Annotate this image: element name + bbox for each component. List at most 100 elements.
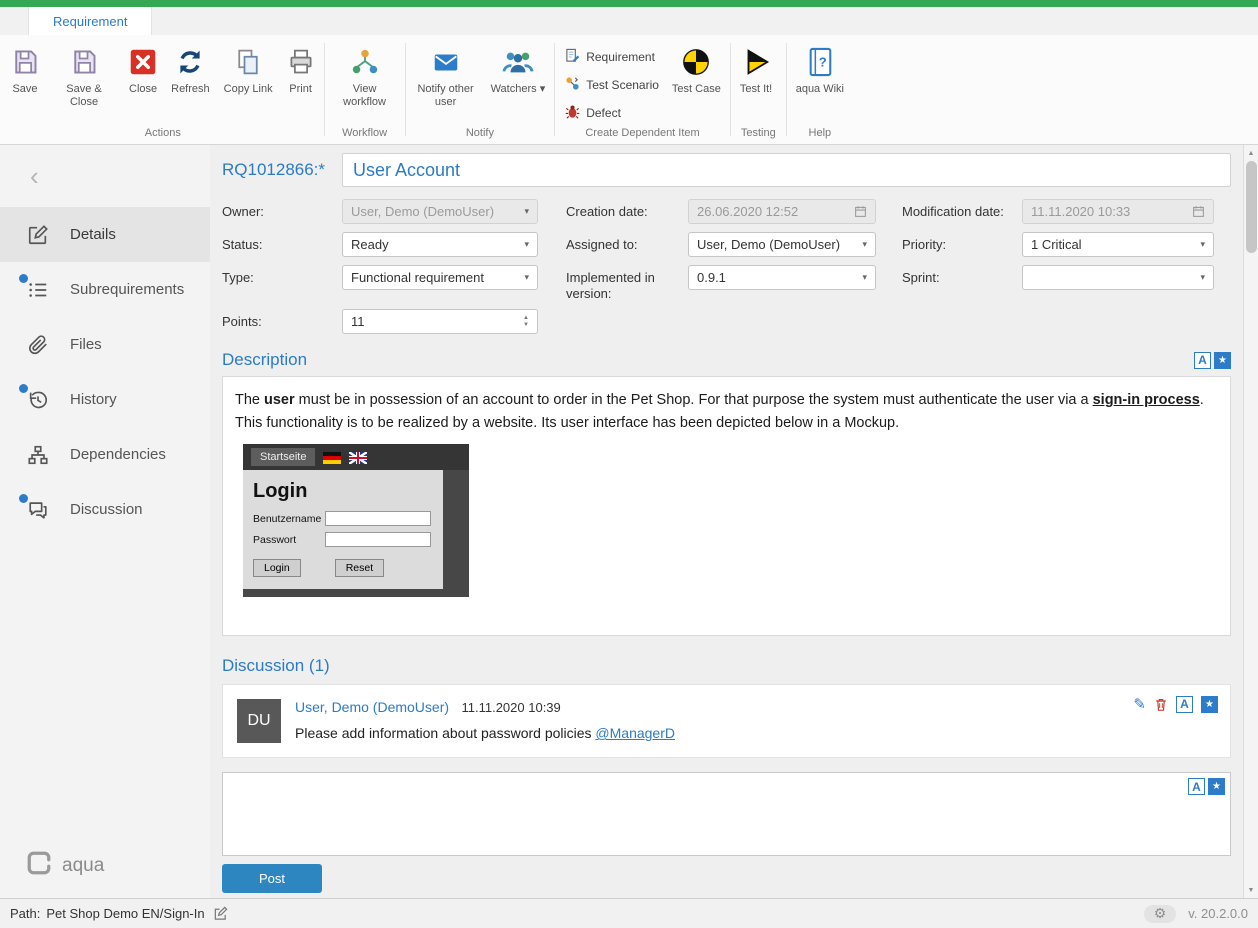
status-label: Status: — [222, 232, 342, 253]
modification-date-field[interactable]: 11.11.2020 10:33 — [1022, 199, 1214, 224]
type-select[interactable]: Functional requirement▾ — [342, 265, 538, 290]
sprint-select[interactable]: ▾ — [1022, 265, 1214, 290]
defect-bug-icon — [565, 104, 580, 122]
create-test-case-button[interactable]: Test Case — [665, 42, 728, 99]
watchers-button[interactable]: Watchers ▾ — [484, 42, 553, 99]
settings-button[interactable]: ⚙ — [1144, 905, 1177, 923]
requirement-icon — [565, 48, 580, 66]
sign-in-process-text: sign-in process — [1093, 392, 1200, 408]
notification-badge — [19, 494, 28, 503]
chat-bubbles-icon — [26, 498, 50, 522]
tab-requirement[interactable]: Requirement — [28, 7, 152, 35]
sidebar-item-files[interactable]: Files — [0, 317, 210, 372]
sidebar-item-discussion[interactable]: Discussion — [0, 482, 210, 537]
mention-link[interactable]: @ManagerD — [595, 725, 675, 741]
ribbon-group-label-create: Create Dependent Item — [557, 124, 728, 144]
assigned-to-label: Assigned to: — [566, 232, 688, 253]
ribbon-group-label-workflow: Workflow — [327, 124, 403, 144]
owner-select[interactable]: User, Demo (DemoUser)▾ — [342, 199, 538, 224]
new-comment-box: A ★ — [222, 772, 1231, 856]
print-icon — [287, 45, 315, 79]
points-stepper[interactable]: 11 ▲▼ — [342, 309, 538, 334]
refresh-button[interactable]: Refresh — [164, 42, 217, 99]
create-requirement-button[interactable]: Requirement — [565, 48, 659, 66]
comment-author-link[interactable]: User, Demo (DemoUser) — [295, 699, 449, 715]
svg-text:?: ? — [819, 55, 827, 70]
aqua-logo-text: aqua — [62, 855, 104, 877]
print-label: Print — [289, 83, 312, 96]
view-workflow-button[interactable]: View workflow — [327, 42, 403, 112]
ribbon-group-actions: Save Save & Close Close — [4, 35, 322, 144]
format-star-icon[interactable]: ★ — [1201, 696, 1218, 713]
creation-date-field[interactable]: 26.06.2020 12:52 — [688, 199, 876, 224]
test-it-icon — [741, 45, 771, 79]
title-input[interactable]: User Account — [342, 153, 1231, 187]
type-label: Type: — [222, 265, 342, 286]
save-and-close-button[interactable]: Save & Close — [46, 42, 122, 112]
scroll-up-icon[interactable]: ▲ — [1248, 147, 1255, 159]
mockup-login-title: Login — [253, 480, 433, 503]
edit-comment-icon[interactable]: ✎ — [1133, 695, 1146, 713]
close-icon — [129, 45, 157, 79]
sidebar: ‹ Details Subrequirements Files — [0, 145, 210, 898]
scrollbar-thumb[interactable] — [1246, 161, 1257, 253]
vertical-scrollbar[interactable]: ▲ ▼ — [1243, 145, 1258, 898]
aqua-wiki-button[interactable]: ? aqua Wiki — [789, 42, 851, 99]
refresh-label: Refresh — [171, 83, 210, 96]
mockup-username-label: Benutzername — [253, 513, 325, 525]
create-test-scenario-button[interactable]: Test Scenario — [565, 76, 659, 94]
workflow-icon — [350, 45, 380, 79]
app-window: Requirement Save Save & Close — [0, 0, 1258, 928]
close-label: Close — [129, 83, 157, 96]
sidebar-item-dependencies[interactable]: Dependencies — [0, 427, 210, 482]
creation-date-label: Creation date: — [566, 199, 688, 220]
save-and-close-label: Save & Close — [53, 83, 115, 109]
sidebar-item-history[interactable]: History — [0, 372, 210, 427]
notify-other-user-button[interactable]: Notify other user — [408, 42, 484, 112]
ribbon-group-help: ? aqua Wiki Help — [789, 35, 851, 144]
sidebar-collapse-button[interactable]: ‹ — [0, 145, 210, 207]
save-button[interactable]: Save — [4, 42, 46, 99]
post-button[interactable]: Post — [222, 864, 322, 893]
format-font-icon[interactable]: A — [1194, 352, 1211, 369]
copy-link-icon — [234, 45, 262, 79]
description-editor[interactable]: The user must be in possession of an acc… — [222, 376, 1231, 636]
tab-bar: Requirement — [0, 7, 1258, 35]
format-font-icon[interactable]: A — [1188, 778, 1205, 795]
notification-badge — [19, 384, 28, 393]
mockup-reset-button: Reset — [335, 559, 384, 577]
save-icon — [11, 45, 39, 79]
implemented-in-version-select[interactable]: 0.9.1▾ — [688, 265, 876, 290]
stepper-arrows[interactable]: ▲▼ — [523, 315, 529, 329]
top-accent-bar — [0, 0, 1258, 7]
priority-label: Priority: — [902, 232, 1022, 253]
edit-pencil-square-icon — [26, 223, 50, 247]
assigned-to-select[interactable]: User, Demo (DemoUser)▾ — [688, 232, 876, 257]
sidebar-item-subrequirements[interactable]: Subrequirements — [0, 262, 210, 317]
edit-path-icon[interactable] — [213, 906, 228, 921]
history-clock-icon — [26, 388, 50, 412]
print-button[interactable]: Print — [280, 42, 322, 99]
implemented-in-version-label: Implemented in version: — [566, 265, 688, 301]
new-comment-input[interactable] — [223, 773, 1230, 855]
format-star-icon[interactable]: ★ — [1214, 352, 1231, 369]
create-defect-button[interactable]: Defect — [565, 104, 659, 122]
aqua-logo-icon — [26, 850, 52, 882]
refresh-icon — [176, 45, 204, 79]
test-it-button[interactable]: Test It! — [733, 42, 779, 99]
copy-link-button[interactable]: Copy Link — [217, 42, 280, 99]
chevron-down-icon: ▾ — [518, 239, 529, 250]
main-panel: RQ1012866:* User Account Owner: User, De… — [210, 145, 1243, 898]
ribbon-separator — [554, 43, 555, 136]
description-heading: Description — [222, 350, 307, 370]
priority-select[interactable]: 1 Critical▾ — [1022, 232, 1214, 257]
test-scenario-icon — [565, 76, 580, 94]
close-button[interactable]: Close — [122, 42, 164, 99]
status-select[interactable]: Ready▾ — [342, 232, 538, 257]
sidebar-item-details[interactable]: Details — [0, 207, 210, 262]
scroll-down-icon[interactable]: ▼ — [1248, 884, 1255, 896]
paperclip-icon — [26, 333, 50, 357]
delete-comment-icon[interactable] — [1154, 697, 1168, 712]
format-font-icon[interactable]: A — [1176, 696, 1193, 713]
format-star-icon[interactable]: ★ — [1208, 778, 1225, 795]
